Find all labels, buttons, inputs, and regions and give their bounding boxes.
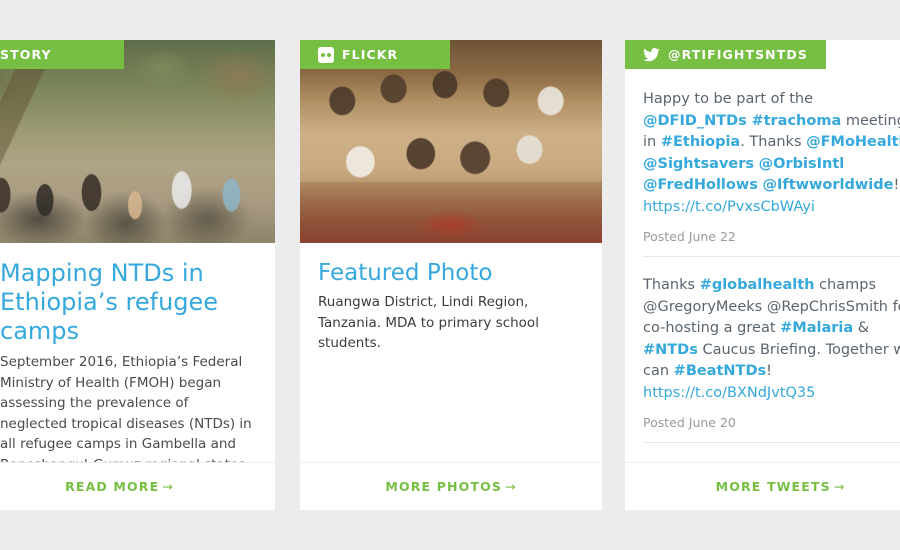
arrow-right-icon: → [833,479,846,494]
read-more-link[interactable]: READ MORE → [65,479,174,494]
tweet-plain-text: & [853,320,870,336]
tweet-entity-link[interactable]: #BeatNTDs [674,363,766,379]
tweet-text: Happy to be part of the @DFID_NTDs #trac… [643,89,900,218]
flickr-icon [318,46,334,63]
read-more-label: READ MORE [65,479,160,494]
more-photos-link[interactable]: MORE PHOTOS → [385,479,516,494]
tweet-plain-text: ! [893,177,900,193]
tweet-plain-text: Happy to be part of the [643,91,814,107]
flickr-badge: FLICKR [300,40,450,69]
tweet-entity-link[interactable]: @OrbisIntl [759,156,845,172]
tweet-item[interactable]: Happy to be part of the @DFID_NTDs #trac… [643,69,900,257]
story-body: Mapping NTDs in Ethiopia’s refugee camps… [0,243,275,462]
arrow-right-icon: → [505,479,517,494]
story-footer: READ MORE → [0,462,275,510]
tweet-url-link[interactable]: https://t.co/BXNdJvtQ35 [643,385,815,401]
page-root: STORY Mapping NTDs in Ethiopia’s refugee… [0,0,900,550]
flickr-badge-label: FLICKR [342,47,399,62]
tweets-header: @RTIFIGHTSNTDS [625,40,900,69]
tweet-entity-link[interactable]: @Iftwworldwide [762,177,893,193]
flickr-caption: Ruangwa District, Lindi Region, Tanzania… [318,294,539,351]
story-badge-label: STORY [0,47,52,62]
twitter-handle-label: @RTIFIGHTSNTDS [668,47,808,62]
more-tweets-link[interactable]: MORE TWEETS → [716,479,846,494]
tweet-entity-link[interactable]: #NTDs [643,342,698,358]
tweet-entity-link[interactable]: @Sightsavers [643,156,754,172]
tweet-entity-link[interactable]: @FMoHealth [806,134,900,150]
tweet-text: Thanks #globalhealth champs @GregoryMeek… [643,275,900,404]
more-photos-label: MORE PHOTOS [385,479,502,494]
tweet-plain-text: . Thanks [740,134,807,150]
flickr-footer: MORE PHOTOS → [300,462,602,510]
flickr-card[interactable]: FLICKR Featured Photo Ruangwa District, … [300,40,602,510]
tweet-entity-link[interactable]: @FredHollows [643,177,758,193]
tweet-entity-link[interactable]: #Ethiopia [661,134,740,150]
tweet-plain-text: Thanks [643,277,700,293]
tweet-entity-link[interactable]: #globalhealth [700,277,815,293]
more-tweets-label: MORE TWEETS [715,479,831,494]
tweets-list: Happy to be part of the @DFID_NTDs #trac… [625,69,900,462]
tweet-timestamp: Posted June 22 [643,229,736,244]
tweet-entity-link[interactable]: #trachoma [751,113,841,129]
story-badge: STORY [0,40,124,69]
tweet-entity-link[interactable]: #Malaria [780,320,853,336]
story-card[interactable]: STORY Mapping NTDs in Ethiopia’s refugee… [0,40,275,510]
tweet-entity-link[interactable]: @DFID_NTDs [643,113,747,129]
tweet-timestamp: Posted June 20 [643,415,736,430]
flickr-image [300,40,602,243]
story-media[interactable]: STORY [0,40,275,243]
tweets-card[interactable]: @RTIFIGHTSNTDS Happy to be part of the @… [625,40,900,510]
story-excerpt: September 2016, Ethiopia’s Federal Minis… [0,354,252,462]
flickr-headline: Featured Photo [318,260,493,286]
flickr-body: Featured Photo Ruangwa District, Lindi R… [300,243,602,462]
flickr-media[interactable]: FLICKR [300,40,602,243]
tweet-url-link[interactable]: https://t.co/PvxsCbWAyi [643,199,815,215]
twitter-badge[interactable]: @RTIFIGHTSNTDS [625,40,826,69]
story-headline: Mapping NTDs in Ethiopia’s refugee camps [0,259,219,345]
tweet-plain-text: ! [766,363,772,379]
story-image [0,40,275,243]
tweets-footer: MORE TWEETS → [625,462,900,510]
arrow-right-icon: → [162,479,174,494]
twitter-bird-icon [643,47,660,62]
tweet-item[interactable]: Thanks #globalhealth champs @GregoryMeek… [643,257,900,443]
